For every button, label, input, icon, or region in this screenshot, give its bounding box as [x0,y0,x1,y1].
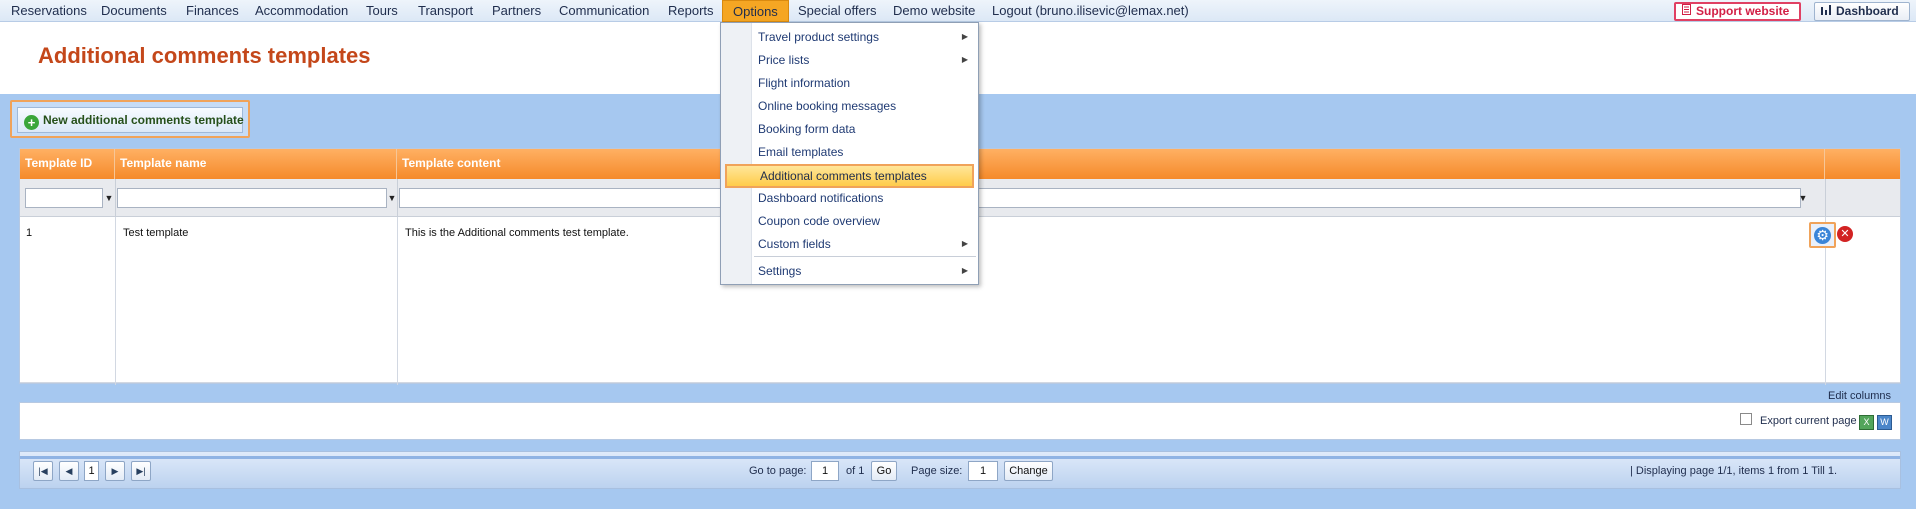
excel-export-icon[interactable]: X [1859,415,1874,430]
new-template-highlight: + New additional comments template [10,100,250,138]
divider [115,217,116,385]
support-website-button[interactable]: Support website [1674,2,1801,21]
pager-strip [20,456,1900,459]
menu-item-booking-form-data[interactable]: Booking form data [754,119,976,139]
menu-demo-website[interactable]: Demo website [893,0,975,22]
word-export-icon[interactable]: W [1877,415,1892,430]
column-header-template-id[interactable]: Template ID [20,149,115,179]
go-button[interactable]: Go [871,461,897,481]
options-dropdown-menu: Travel product settings ▶ Price lists ▶ Fl… [720,22,979,285]
page-count-label: of 1 [846,465,865,477]
gear-icon[interactable]: ⚙ [1814,227,1831,244]
menu-item-custom-fields[interactable]: Custom fields ▶ [754,234,976,254]
menu-item-additional-comments-templates[interactable]: Additional comments templates [725,164,974,188]
filter-content-dropdown-icon[interactable]: ▼ [1797,188,1809,208]
menu-tours[interactable]: Tours [366,0,398,22]
export-current-page-label: Export current page [1760,415,1857,427]
page-size-label: Page size: [911,465,963,477]
menu-finances[interactable]: Finances [186,0,239,22]
pager-info: | Displaying page 1/1, items 1 from 1 Ti… [1630,465,1838,477]
menu-accommodation[interactable]: Accommodation [255,0,348,22]
filter-id-dropdown-icon[interactable]: ▼ [103,188,115,208]
menu-item-online-booking-messages[interactable]: Online booking messages [754,96,976,116]
bar-chart-icon [1821,3,1831,20]
next-page-button[interactable]: ▶ [105,461,125,481]
menu-options[interactable]: Options [722,0,789,22]
export-panel: Export current page X W [19,402,1901,440]
menu-communication[interactable]: Communication [559,0,649,22]
new-template-button[interactable]: + New additional comments template [17,107,244,133]
top-menu-bar: Reservations Documents Finances Accommod… [0,0,1916,22]
cell-template-name: Test template [123,227,189,239]
menu-transport[interactable]: Transport [418,0,473,22]
page-size-input[interactable]: 1 [968,461,998,481]
submenu-arrow-icon: ▶ [961,55,968,64]
column-header-template-content[interactable]: Template content [397,149,1825,179]
submenu-arrow-icon: ▶ [961,266,968,275]
menu-reservations[interactable]: Reservations [11,0,87,22]
menu-item-price-lists[interactable]: Price lists ▶ [754,50,976,70]
divider [1825,179,1826,217]
support-website-label: Support website [1696,4,1790,18]
prev-page-button[interactable]: ◀ [59,461,79,481]
current-page-number[interactable]: 1 [84,461,99,481]
export-current-page-checkbox[interactable] [1740,413,1752,425]
dashboard-button[interactable]: Dashboard [1814,2,1910,21]
change-button[interactable]: Change [1004,461,1053,481]
menu-partners[interactable]: Partners [492,0,541,22]
submenu-arrow-icon: ▶ [961,239,968,248]
divider [115,179,116,217]
menu-item-flight-information[interactable]: Flight information [754,73,976,93]
goto-page-input[interactable]: 1 [811,461,839,481]
edit-row-highlight: ⚙ [1809,222,1836,248]
cell-template-content: This is the Additional comments test tem… [405,227,629,239]
dashboard-label: Dashboard [1836,4,1899,18]
submenu-arrow-icon: ▶ [961,32,968,41]
delete-icon[interactable]: ✕ [1837,226,1853,242]
menu-item-coupon-code-overview[interactable]: Coupon code overview [754,211,976,231]
menu-reports[interactable]: Reports [668,0,714,22]
goto-page-label: Go to page: [749,465,807,477]
new-template-label: New additional comments template [43,113,244,127]
menu-logout[interactable]: Logout (bruno.ilisevic@lemax.net) [992,0,1189,22]
edit-columns-link[interactable]: Edit columns [1828,390,1891,402]
document-icon [1682,4,1691,19]
pager: |◀ ◀ 1 ▶ ▶| Go to page: 1 of 1 Go Page s… [19,451,1901,489]
menu-item-dashboard-notifications[interactable]: Dashboard notifications [754,188,976,208]
menu-item-email-templates[interactable]: Email templates [754,142,976,162]
filter-template-id[interactable] [25,188,103,208]
menu-special-offers[interactable]: Special offers [798,0,877,22]
first-page-button[interactable]: |◀ [33,461,53,481]
filter-template-content[interactable] [399,188,1801,208]
menu-documents[interactable]: Documents [101,0,167,22]
menu-gutter [721,23,752,284]
menu-item-travel-product-settings[interactable]: Travel product settings ▶ [754,27,976,47]
menu-item-settings[interactable]: Settings ▶ [754,261,976,281]
divider [397,179,398,217]
last-page-button[interactable]: ▶| [131,461,151,481]
cell-template-id: 1 [26,227,33,239]
column-header-template-name[interactable]: Template name [115,149,397,179]
plus-icon: + [24,115,39,130]
menu-separator [754,256,976,257]
page-title: Additional comments templates [38,43,371,68]
divider [397,217,398,385]
filter-template-name[interactable] [117,188,387,208]
divider [20,382,1900,383]
